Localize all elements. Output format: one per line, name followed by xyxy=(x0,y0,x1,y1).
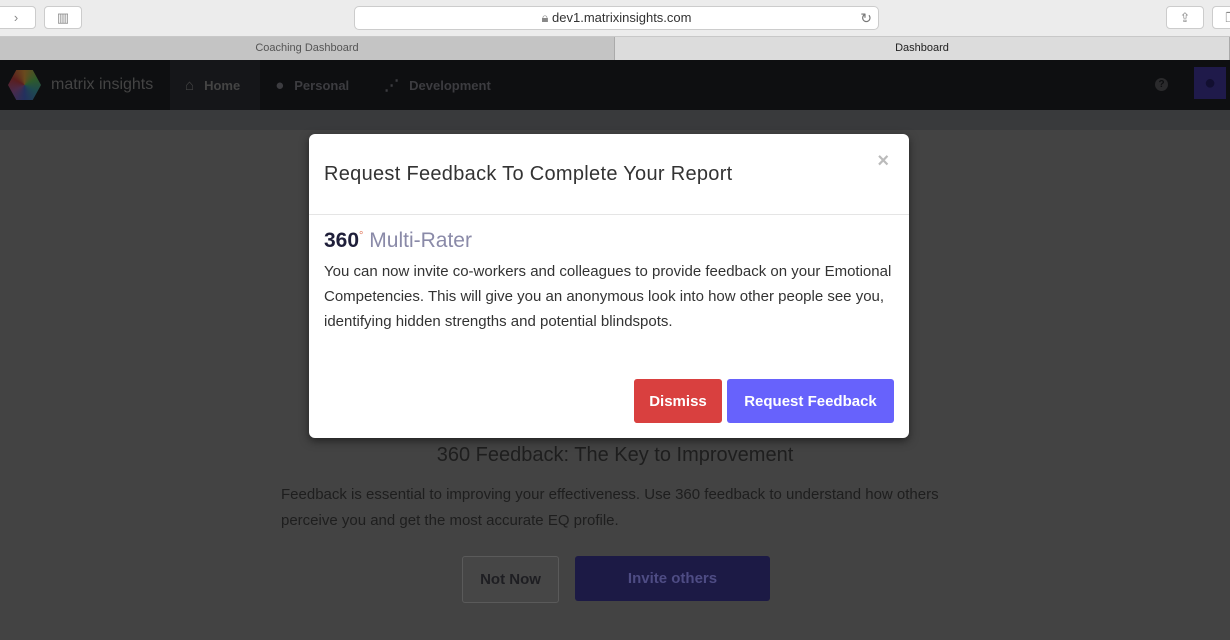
nav-personal[interactable]: ● Personal xyxy=(260,60,369,110)
logo-icon xyxy=(8,70,41,100)
modal-body: 360° Multi-Rater You can now invite co-w… xyxy=(309,215,909,334)
modal-header: Request Feedback To Complete Your Report… xyxy=(309,134,909,215)
brand-logo[interactable]: matrix insights xyxy=(0,70,170,100)
nav-label: Home xyxy=(204,77,241,93)
share-icon[interactable]: ⇪ xyxy=(1166,6,1204,29)
modal-text: You can now invite co-workers and collea… xyxy=(324,263,892,330)
browser-toolbar: › ▥ 🔒︎ dev1.matrixinsights.com ↻ ⇪ ❐ xyxy=(0,0,1230,37)
user-icon: ● xyxy=(275,76,285,94)
reload-icon[interactable]: ↻ xyxy=(860,7,872,29)
address-bar[interactable]: 🔒︎ dev1.matrixinsights.com ↻ xyxy=(354,6,879,30)
nav-label: Development xyxy=(409,77,491,93)
degree-symbol: ° xyxy=(359,230,364,242)
tabs-icon[interactable]: ❐ xyxy=(1212,6,1230,29)
help-icon[interactable]: ? xyxy=(1155,78,1168,91)
request-feedback-button[interactable]: Request Feedback xyxy=(727,379,894,423)
navbar: matrix insights ⌂ Home ● Personal ⋰ Develop… xyxy=(0,60,1230,110)
modal-title: Request Feedback To Complete Your Report xyxy=(324,163,733,185)
subheader-band xyxy=(0,110,1230,130)
dismiss-button[interactable]: Dismiss xyxy=(634,379,722,423)
request-feedback-modal: Request Feedback To Complete Your Report… xyxy=(309,134,909,438)
close-icon[interactable]: × xyxy=(877,150,889,173)
not-now-button[interactable]: Not Now xyxy=(462,556,559,603)
home-icon: ⌂ xyxy=(185,76,195,94)
sidebar-icon[interactable]: ▥ xyxy=(44,6,82,29)
invite-others-button[interactable]: Invite others xyxy=(575,556,770,601)
tab-dashboard[interactable]: Dashboard xyxy=(615,37,1230,60)
avatar[interactable]: ● xyxy=(1194,67,1226,99)
tab-coaching-dashboard[interactable]: Coaching Dashboard xyxy=(0,37,615,60)
brand-name: matrix insights xyxy=(51,76,154,93)
nav-development[interactable]: ⋰ Development xyxy=(369,60,511,110)
modal-subtitle: 360° Multi-Rater xyxy=(324,229,894,253)
lock-icon: 🔒︎ xyxy=(541,10,553,25)
page-title: 360 Feedback: The Key to Improvement xyxy=(436,444,794,466)
back-forward-button[interactable]: › xyxy=(0,6,36,29)
tab-bar: Coaching Dashboard Dashboard xyxy=(0,37,1230,60)
trend-icon: ⋰ xyxy=(384,77,400,94)
nav-home[interactable]: ⌂ Home xyxy=(170,60,261,110)
page-text: Feedback is essential to improving your … xyxy=(281,486,939,529)
subtitle-number: 360 xyxy=(324,229,360,252)
nav-label: Personal xyxy=(294,77,350,93)
subtitle-text: Multi-Rater xyxy=(369,229,472,252)
url-text: dev1.matrixinsights.com xyxy=(552,10,692,25)
